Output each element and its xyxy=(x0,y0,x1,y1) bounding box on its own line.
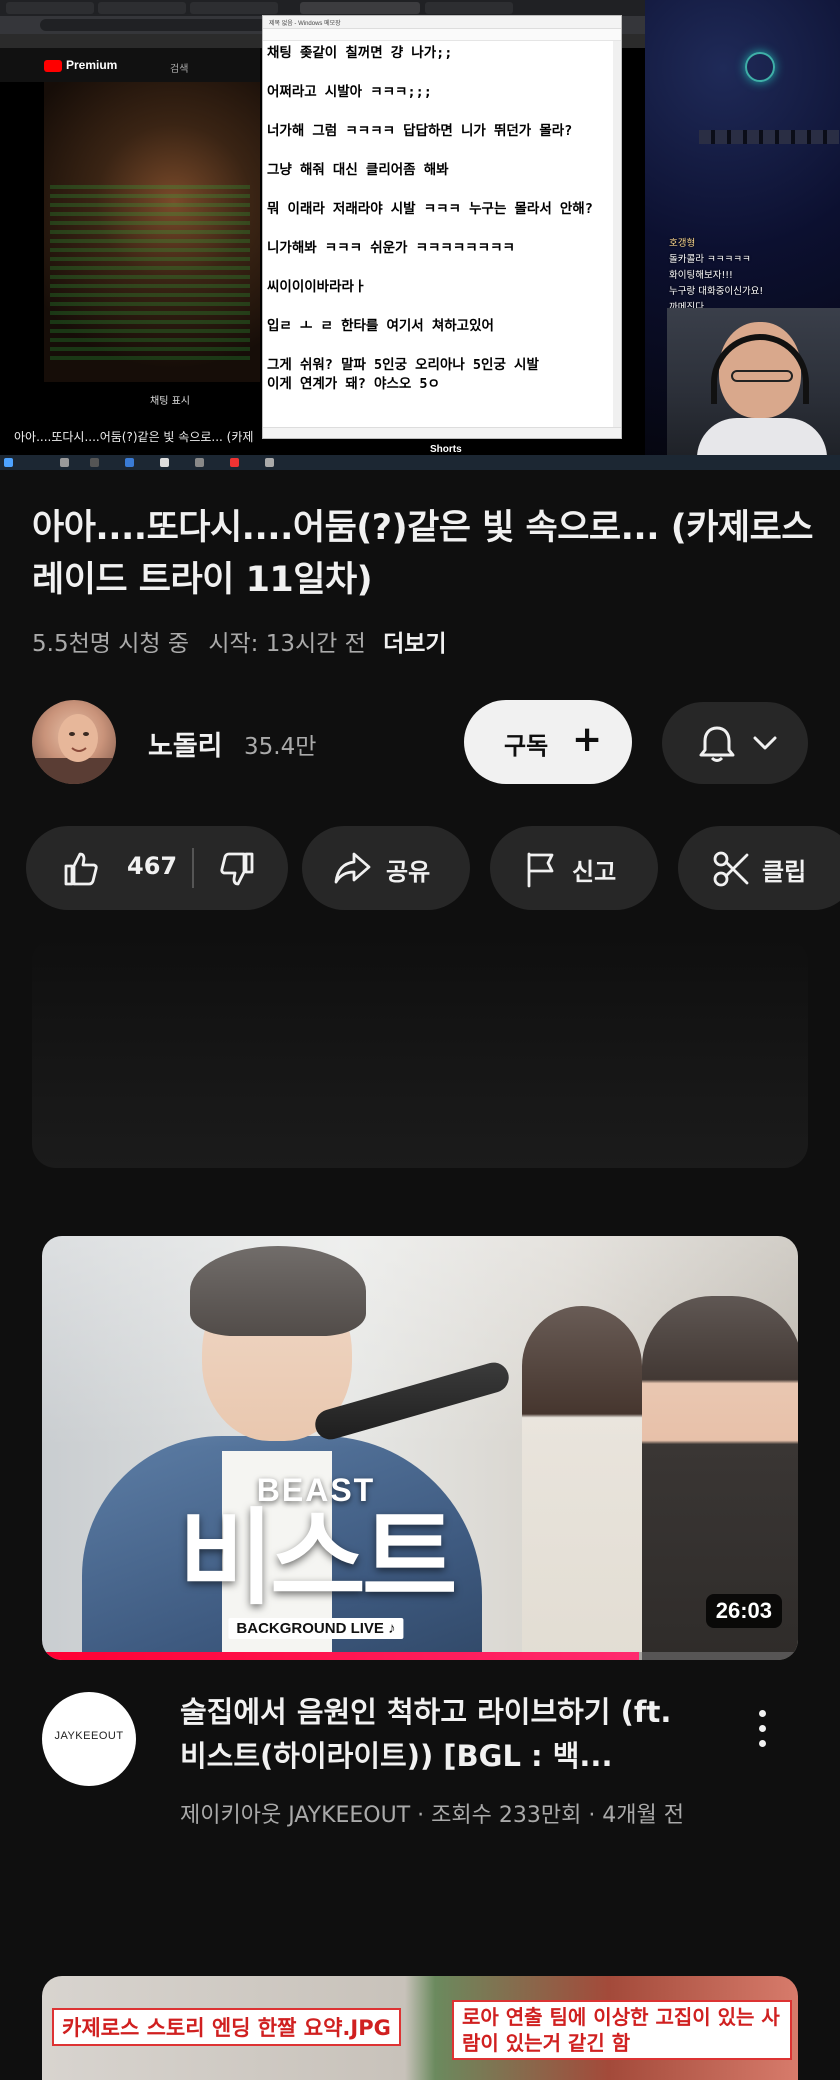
more-options-icon[interactable] xyxy=(748,1704,778,1754)
browser-tab-strip xyxy=(0,0,645,16)
thumbnail-caption: 카제로스 스토리 엔딩 한짤 요약.JPG xyxy=(52,2008,401,2046)
live-viewers: 5.5천명 시청 중 xyxy=(32,631,189,657)
bell-icon xyxy=(699,726,735,762)
video-meta[interactable]: 5.5천명 시청 중 시작: 13시간 전 더보기 xyxy=(32,624,447,658)
overlay-chat-line: 누구랑 대화중이신가요! xyxy=(669,286,764,297)
stream-youtube-header: Premium 검색 xyxy=(0,48,260,82)
notepad-line: 입ㄹ ㅗ ㄹ 한타를 여기서 쳐하고있어 xyxy=(267,318,494,334)
game-party-ui xyxy=(50,180,250,360)
notification-button[interactable] xyxy=(662,702,808,784)
report-button[interactable]: 신고 xyxy=(490,826,658,910)
browser-tab xyxy=(98,2,186,14)
notepad-line: 뭐 이래라 저래라야 시발 ㅋㅋㅋ 누구는 몰라서 안해? xyxy=(267,201,593,217)
notepad-line: 그게 쉬워? 말파 5인궁 오리아나 5인궁 시발 xyxy=(267,357,539,373)
browser-tab xyxy=(425,2,513,14)
notepad-line: 채팅 좆같이 칠꺼면 걍 나가;; xyxy=(267,45,453,61)
game-orb-icon xyxy=(745,52,775,82)
notepad-line: 씨이이이바라라ㅏ xyxy=(267,279,367,295)
youtube-logo-icon xyxy=(44,60,62,72)
chat-show-label: 채팅 표시 xyxy=(150,396,190,407)
flag-icon xyxy=(527,852,554,888)
browser-tab xyxy=(6,2,94,14)
watch-progress-fill xyxy=(42,1652,640,1660)
notepad-line: 어쩌라고 시발아 ㅋㅋㅋ;;; xyxy=(267,84,432,100)
notepad-line: 니가해봐 ㅋㅋㅋ 쉬운가 ㅋㅋㅋㅋㅋㅋㅋㅋ xyxy=(267,240,515,256)
game-view-panel: 호갱형 돌카콜라 ㅋㅋㅋㅋㅋ 화이팅해보자!!! 누구랑 대화중이신가요! 까메… xyxy=(645,0,840,455)
notepad-line: 이게 연계가 돼? 야스오 5ㅇ xyxy=(267,376,440,392)
report-label: 신고 xyxy=(572,858,617,886)
recommended-meta: 제이키아웃 JAYKEEOUT · 조회수 233만회 · 4개월 전 xyxy=(180,1803,685,1828)
overlay-chat: 호갱형 돌카콜라 ㅋㅋㅋㅋㅋ 화이팅해보자!!! 누구랑 대화중이신가요! 까메… xyxy=(669,236,829,316)
channel-row: 노돌리 35.4만 구독 + xyxy=(32,700,808,784)
streamer-webcam xyxy=(667,308,840,455)
scissors-icon xyxy=(713,851,749,887)
like-dislike-pill: 467 xyxy=(26,826,288,910)
notepad-window: 제목 없음 - Windows 메모장 채팅 좆같이 칠꺼면 걍 나가;; 어쩌… xyxy=(262,15,622,439)
overlay-chat-line: 화이팅해보자!!! xyxy=(669,270,733,281)
share-button[interactable]: 공유 xyxy=(302,826,470,910)
thumbs-down-icon[interactable] xyxy=(218,850,256,888)
windows-taskbar xyxy=(0,455,840,470)
shorts-label: Shorts xyxy=(430,444,462,455)
stream-started: 시작: 13시간 전 xyxy=(208,631,366,657)
like-divider xyxy=(192,848,194,888)
recommended-title[interactable]: 술집에서 음원인 척하고 라이브하기 (ft. 비스트(하이라이트)) [BGL… xyxy=(180,1690,700,1778)
like-count[interactable]: 467 xyxy=(127,852,177,880)
share-icon xyxy=(334,852,371,884)
thumbnail-caption: 로아 연출 팀에 이상한 고집이 있는 사람이 있는거 같긴 함 xyxy=(452,2000,792,2060)
notepad-statusbar xyxy=(263,427,621,438)
youtube-search-label: 검색 xyxy=(170,64,189,75)
recommended-thumbnail[interactable]: BEAST 비스트 BACKGROUND LIVE ♪ 26:03 xyxy=(42,1236,798,1660)
thumbnail-big-text: 비스트 xyxy=(178,1497,457,1619)
channel-name[interactable]: 노돌리 xyxy=(148,724,223,763)
thumbs-up-icon[interactable] xyxy=(62,850,100,888)
game-hotbar xyxy=(699,130,839,144)
notepad-scrollbar xyxy=(613,41,621,429)
stream-title-strip: 아아....또다시....어둠(?)같은 빛 속으로... (카제로... xyxy=(14,430,254,444)
notepad-line: 너가해 그럼 ㅋㅋㅋㅋ 답답하면 니가 뛰던가 몰라? xyxy=(267,123,573,139)
recommended-channel-avatar[interactable]: JAYKEEOUT xyxy=(42,1692,136,1786)
recommended-video-info: JAYKEEOUT 술집에서 음원인 척하고 라이브하기 (ft. 비스트(하이… xyxy=(42,1690,798,1870)
browser-tab xyxy=(300,2,420,14)
live-chat-placeholder[interactable] xyxy=(32,938,808,1168)
clip-button[interactable]: 클립 xyxy=(678,826,840,910)
channel-avatar-logo-text: JAYKEEOUT xyxy=(54,1730,124,1742)
subscriber-count: 35.4만 xyxy=(244,734,317,760)
video-title: 아아....또다시....어둠(?)같은 빛 속으로... (카제로스 레이드 … xyxy=(32,508,814,600)
channel-avatar[interactable] xyxy=(32,700,116,784)
subscribe-label: 구독 xyxy=(504,732,549,760)
browser-tab xyxy=(190,2,278,14)
plus-icon: + xyxy=(572,719,603,760)
duration-badge: 26:03 xyxy=(705,1594,782,1628)
youtube-premium-label: Premium xyxy=(66,58,118,72)
share-label: 공유 xyxy=(386,858,431,886)
overlay-chat-line: 호갱형 xyxy=(669,238,696,249)
clip-label: 클립 xyxy=(762,858,807,886)
notepad-line: 그냥 해줘 대신 클리어좀 해봐 xyxy=(267,162,449,178)
more-button[interactable]: 더보기 xyxy=(383,631,446,657)
action-bar: 467 공유 신고 클립 xyxy=(26,826,840,910)
overlay-chat-line: 돌카콜라 ㅋㅋㅋㅋㅋ xyxy=(669,254,751,265)
notepad-menu xyxy=(263,29,621,41)
video-player[interactable]: Premium 검색 채팅 표시 아아....또다시....어둠(?)같은 빛 … xyxy=(0,0,840,470)
notepad-title: 제목 없음 - Windows 메모장 xyxy=(263,16,621,29)
subscribe-button[interactable]: 구독 + xyxy=(464,700,632,784)
chevron-down-icon xyxy=(753,736,777,750)
watch-progress xyxy=(42,1652,798,1660)
thumbnail-bgl-label: BACKGROUND LIVE ♪ xyxy=(228,1618,404,1639)
recommended-thumbnail[interactable]: 카제로스 스토리 엔딩 한짤 요약.JPG 로아 연출 팀에 이상한 고집이 있… xyxy=(42,1976,798,2080)
